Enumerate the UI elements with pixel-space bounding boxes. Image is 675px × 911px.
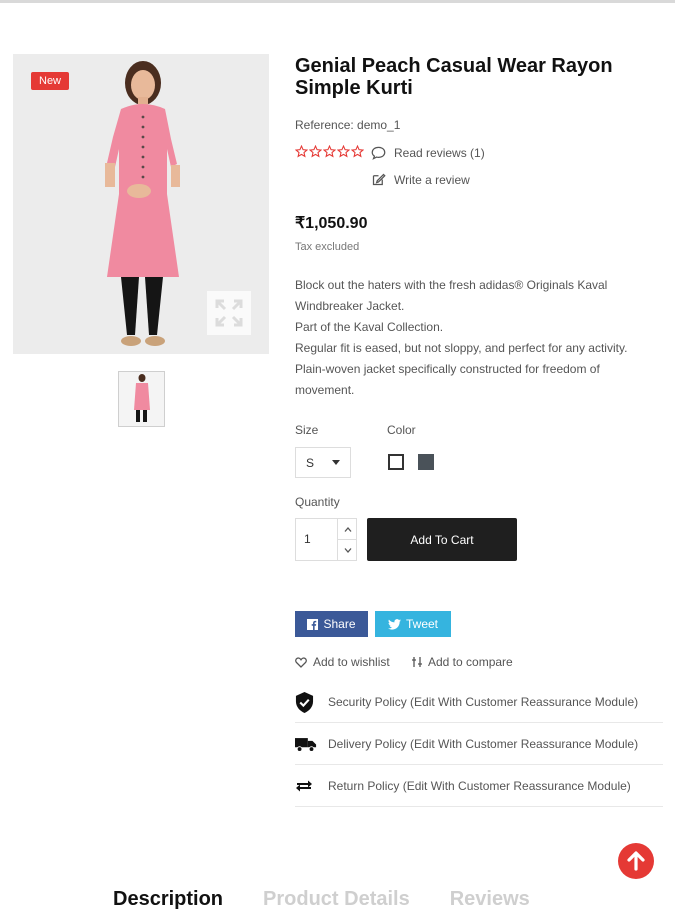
new-badge: New	[31, 72, 70, 90]
star-icon	[309, 145, 322, 158]
description-line: Block out the haters with the fresh adid…	[295, 278, 608, 313]
kurti-model-image	[105, 61, 180, 346]
rating-stars	[295, 145, 364, 158]
add-to-compare-link[interactable]: Add to compare	[411, 655, 513, 669]
reassurance-label: Delivery Policy (Edit With Customer Reas…	[328, 737, 639, 751]
color-swatch-white[interactable]	[388, 454, 404, 470]
quantity-label: Quantity	[295, 495, 340, 509]
top-divider	[0, 0, 675, 3]
truck-icon	[295, 737, 317, 752]
read-reviews-link[interactable]: Read reviews (1)	[371, 146, 485, 160]
write-review-link[interactable]: Write a review	[371, 172, 470, 187]
expand-icon	[215, 299, 243, 327]
facebook-share-button[interactable]: Share	[295, 611, 368, 637]
tweet-label: Tweet	[405, 617, 438, 631]
chevron-up-icon	[344, 526, 351, 532]
twitter-tweet-button[interactable]: Tweet	[375, 611, 451, 637]
star-icon	[323, 145, 336, 158]
arrow-up-icon	[627, 851, 645, 871]
product-description: Block out the haters with the fresh adid…	[295, 275, 660, 401]
description-line: Plain-woven jacket specifically construc…	[295, 362, 600, 397]
comment-icon	[371, 146, 386, 160]
product-price: ₹1,050.90	[295, 215, 368, 232]
star-icon	[295, 145, 308, 158]
scroll-to-top-button[interactable]	[618, 843, 654, 879]
quantity-input[interactable]: 1	[304, 532, 311, 546]
tax-note: Tax excluded	[295, 241, 360, 253]
product-thumbnail[interactable]	[118, 371, 165, 427]
compare-label: Add to compare	[428, 655, 513, 669]
write-review-label: Write a review	[394, 172, 470, 187]
wishlist-label: Add to wishlist	[313, 655, 390, 669]
description-line: Regular fit is eased, but not sloppy, an…	[295, 341, 628, 355]
expand-image-button[interactable]	[207, 291, 251, 335]
compare-icon	[412, 657, 422, 667]
color-swatch-dark-grey[interactable]	[418, 454, 434, 470]
chevron-down-icon	[344, 547, 351, 553]
edit-icon	[372, 173, 386, 186]
product-title: Genial Peach Casual Wear Rayon Simple Ku…	[295, 55, 613, 99]
heart-icon	[295, 656, 307, 668]
product-main-image[interactable]: New	[13, 54, 269, 354]
reassurance-label: Return Policy (Edit With Customer Reassu…	[328, 779, 631, 793]
reassurance-item-return: Return Policy (Edit With Customer Reassu…	[295, 766, 663, 807]
quantity-decrease-button[interactable]	[337, 540, 357, 560]
quantity-stepper[interactable]: 1	[295, 518, 357, 561]
twitter-icon	[387, 618, 401, 630]
reassurance-item-delivery: Delivery Policy (Edit With Customer Reas…	[295, 724, 663, 765]
read-reviews-label: Read reviews (1)	[394, 146, 485, 160]
share-label: Share	[323, 617, 356, 631]
exchange-arrows-icon	[296, 780, 312, 792]
product-reference: Reference: demo_1	[295, 118, 401, 132]
reassurance-item-security: Security Policy (Edit With Customer Reas…	[295, 682, 663, 723]
star-icon	[351, 145, 364, 158]
quantity-increase-button[interactable]	[337, 519, 357, 540]
add-to-wishlist-link[interactable]: Add to wishlist	[295, 655, 390, 669]
size-select[interactable]: S	[295, 447, 351, 478]
reassurance-label: Security Policy (Edit With Customer Reas…	[328, 695, 639, 709]
shield-check-icon	[295, 691, 314, 713]
add-to-cart-button[interactable]: Add To Cart	[367, 518, 517, 561]
facebook-icon	[307, 618, 319, 630]
caret-down-icon	[332, 460, 340, 465]
kurti-thumbnail-image	[134, 374, 150, 422]
description-line: Part of the Kaval Collection.	[295, 320, 444, 334]
star-icon	[337, 145, 350, 158]
color-label: Color	[387, 423, 416, 437]
size-label: Size	[295, 423, 319, 437]
size-value: S	[306, 455, 315, 470]
